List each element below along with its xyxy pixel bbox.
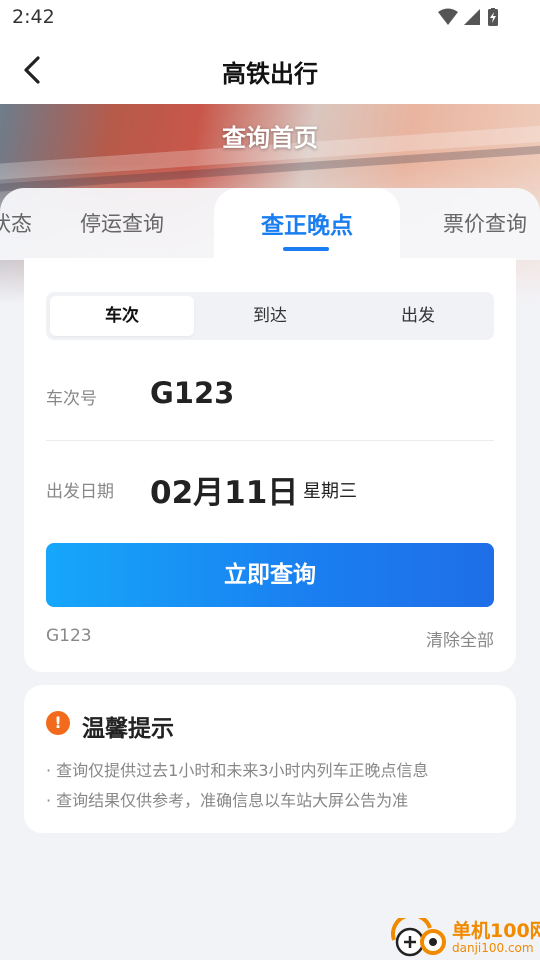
watermark: 单机100网 danji100.com (390, 914, 540, 960)
weekday-text: 星期三 (303, 481, 357, 502)
watermark-name: 单机100网 (452, 920, 540, 942)
signal-icon (464, 9, 480, 25)
tab-active-indicator (283, 247, 329, 251)
status-time: 2:42 (12, 6, 55, 28)
status-bar: 2:42 (0, 0, 540, 36)
tab-stop-query[interactable]: 停运查询 (80, 208, 164, 238)
tab-delay-query[interactable]: 查正晚点 (214, 206, 400, 240)
tab-price-query[interactable]: 票价查询 (443, 208, 527, 238)
tips-card: ! 温馨提示 · 查询仅提供过去1小时和未来3小时内列车正晚点信息 · 查询结果… (24, 685, 516, 833)
page-title: 高铁出行 (222, 60, 318, 88)
tip-line: · 查询仅提供过去1小时和未来3小时内列车正晚点信息 (46, 761, 429, 780)
divider (46, 440, 494, 441)
banner-title: 查询首页 (222, 124, 318, 152)
app-bar: 高铁出行 (0, 36, 540, 104)
warning-icon: ! (46, 711, 70, 735)
departure-date-picker[interactable]: 02月11日 (150, 467, 298, 512)
segment-train-number[interactable]: 车次 (50, 296, 194, 336)
segment-arrival[interactable]: 到达 (198, 296, 342, 336)
wifi-icon (438, 8, 458, 25)
tab-status[interactable]: 状态 (0, 208, 32, 238)
segment-departure[interactable]: 出发 (346, 296, 490, 336)
query-card: 车次 到达 出发 车次号 G123 出发日期 02月11日 星期三 立即查询 G… (24, 258, 516, 672)
query-now-button[interactable]: 立即查询 (46, 543, 494, 607)
history-item[interactable]: G123 (46, 626, 92, 646)
battery-icon (488, 8, 498, 26)
tip-line: · 查询结果仅供参考，准确信息以车站大屏公告为准 (46, 791, 409, 810)
train-number-label: 车次号 (46, 389, 97, 409)
tips-title: 温馨提示 (82, 716, 174, 742)
status-icons (438, 8, 498, 26)
train-number-input[interactable]: G123 (150, 376, 234, 410)
departure-date-label: 出发日期 (46, 482, 114, 502)
watermark-logo-icon (391, 918, 446, 957)
query-tabs: 状态 停运查询 查正晚点 票价查询 (0, 188, 540, 264)
watermark-url: danji100.com (452, 941, 534, 955)
clear-all-button[interactable]: 清除全部 (426, 626, 494, 651)
query-type-segment: 车次 到达 出发 (46, 292, 494, 340)
